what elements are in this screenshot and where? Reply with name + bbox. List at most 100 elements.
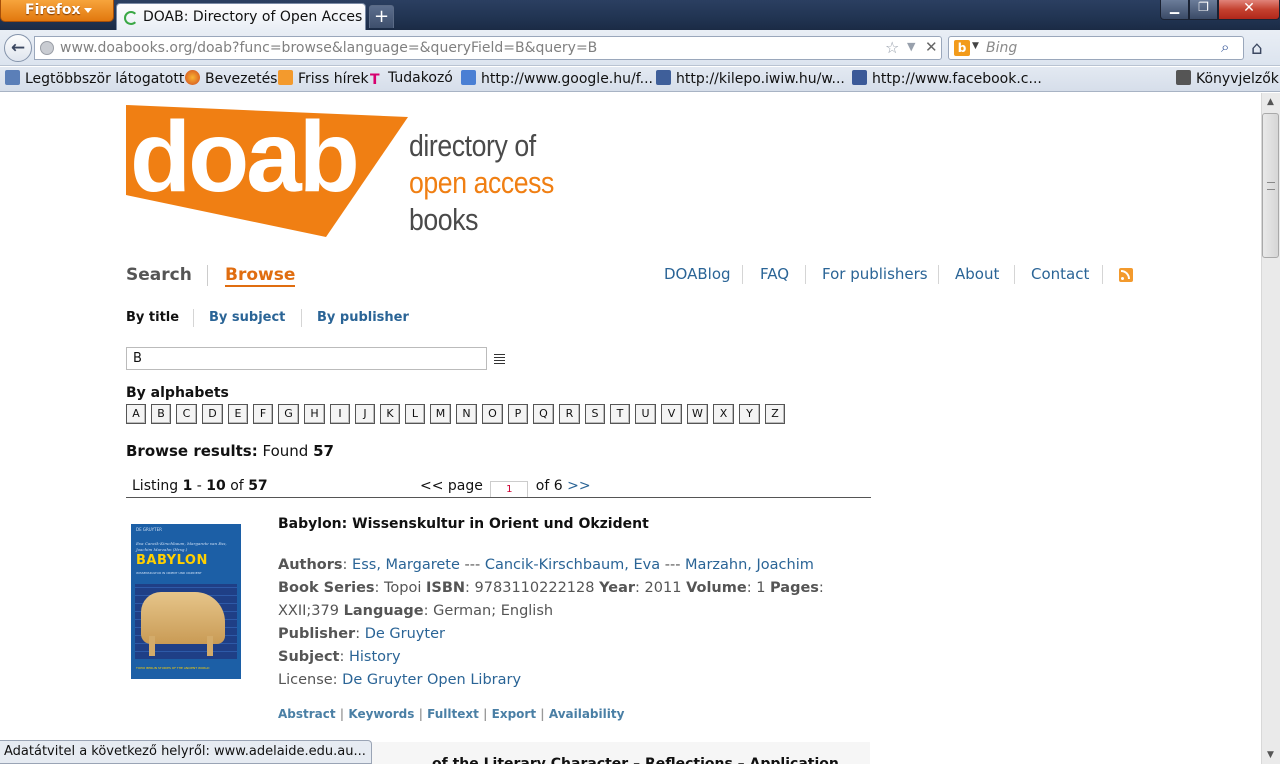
home-icon[interactable]: ⌂: [1251, 38, 1262, 59]
browse-query-input[interactable]: B: [126, 347, 487, 370]
bookmark-bevezetes[interactable]: Bevezetés: [185, 70, 277, 87]
browser-tab[interactable]: DOAB: Directory of Open Acces...: [116, 3, 366, 30]
maximize-button[interactable]: ❐: [1189, 0, 1218, 20]
letter-h-button[interactable]: H: [304, 404, 325, 424]
bookmark-iwiw[interactable]: http://kilepo.iwiw.hu/w...: [656, 70, 845, 87]
author-link[interactable]: Ess, Margarete: [352, 557, 460, 573]
letter-r-button[interactable]: R: [559, 404, 580, 424]
tab-by-publisher[interactable]: By publisher: [317, 310, 409, 325]
url-text[interactable]: www.doabooks.org/doab?func=browse&langua…: [60, 40, 597, 56]
scroll-up-arrow-icon[interactable]: ▲: [1261, 93, 1280, 111]
letter-s-button[interactable]: S: [585, 404, 605, 424]
search-engine-dropdown-icon[interactable]: ▼: [972, 41, 979, 51]
author-link[interactable]: Marzahn, Joachim: [685, 557, 814, 573]
history-dropdown-icon[interactable]: ▼: [907, 40, 915, 53]
letter-q-button[interactable]: Q: [533, 404, 554, 424]
letter-i-button[interactable]: I: [330, 404, 350, 424]
bookmark-facebook[interactable]: http://www.facebook.c...: [852, 70, 1042, 87]
search-placeholder: Bing: [986, 40, 1018, 56]
link-contact[interactable]: Contact: [1031, 265, 1089, 283]
bookmarks-menu[interactable]: Könyvjelzők: [1176, 70, 1279, 87]
letter-b-button[interactable]: B: [151, 404, 171, 424]
url-path: /doab?func=browse&language=&queryField=B…: [192, 40, 598, 56]
scroll-down-arrow-icon[interactable]: ▼: [1261, 746, 1280, 764]
fulltext-link[interactable]: Fulltext: [427, 707, 479, 721]
letter-m-button[interactable]: M: [430, 404, 451, 424]
publisher-link[interactable]: De Gruyter: [365, 626, 445, 642]
next-book-title[interactable]: of the Literary Character – Reflections …: [370, 742, 870, 764]
bookmark-most-visited[interactable]: Legtöbbször látogatott: [5, 70, 184, 87]
letter-y-button[interactable]: Y: [739, 404, 760, 424]
letter-c-button[interactable]: C: [176, 404, 197, 424]
letter-u-button[interactable]: U: [635, 404, 656, 424]
new-tab-button[interactable]: +: [369, 5, 394, 28]
rss-icon[interactable]: [1119, 268, 1133, 282]
letter-j-button[interactable]: J: [355, 404, 375, 424]
prev-page-link[interactable]: <<: [420, 478, 443, 494]
search-icon[interactable]: ⌕: [1221, 38, 1229, 56]
bookmark-label: Bevezetés: [205, 71, 278, 87]
tab-title: DOAB: Directory of Open Acces...: [143, 9, 363, 25]
export-link[interactable]: Export: [492, 707, 536, 721]
bookmark-label: http://www.facebook.c...: [872, 71, 1042, 87]
letter-z-button[interactable]: Z: [765, 404, 785, 424]
alphabet-buttons: ABCDEFGHIJKLMNOPQRSTUVWXYZ: [126, 404, 790, 424]
letter-x-button[interactable]: X: [713, 404, 734, 424]
listing-total: 57: [248, 478, 268, 494]
list-icon[interactable]: [494, 354, 505, 365]
availability-link[interactable]: Availability: [549, 707, 625, 721]
link-for-publishers[interactable]: For publishers: [822, 265, 928, 283]
doab-logo[interactable]: doab: [126, 99, 408, 239]
listing-range: Listing 1 - 10 of 57: [132, 478, 268, 494]
letter-l-button[interactable]: L: [405, 404, 425, 424]
back-button[interactable]: ←: [4, 34, 32, 62]
subject-link[interactable]: History: [349, 649, 401, 665]
keywords-link[interactable]: Keywords: [348, 707, 414, 721]
firefox-menu-button[interactable]: Firefox: [0, 0, 114, 22]
tab-by-title[interactable]: By title: [126, 310, 179, 325]
bookmark-google[interactable]: http://www.google.hu/f...: [461, 70, 653, 87]
chevron-down-icon: [84, 8, 92, 13]
letter-v-button[interactable]: V: [661, 404, 682, 424]
minimize-button[interactable]: ▁: [1160, 0, 1189, 20]
nav-browse[interactable]: Browse: [225, 265, 296, 287]
link-faq[interactable]: FAQ: [760, 265, 789, 283]
letter-f-button[interactable]: F: [253, 404, 273, 424]
bing-icon[interactable]: b: [954, 40, 970, 56]
year-value: 2011: [644, 580, 682, 596]
scrollbar-thumb[interactable]: [1262, 113, 1279, 258]
address-bar[interactable]: www.doabooks.org/doab?func=browse&langua…: [34, 36, 942, 60]
letter-e-button[interactable]: E: [228, 404, 248, 424]
abstract-link[interactable]: Abstract: [278, 707, 336, 721]
tab-by-subject[interactable]: By subject: [209, 310, 285, 325]
letter-t-button[interactable]: T: [610, 404, 630, 424]
letter-n-button[interactable]: N: [456, 404, 477, 424]
close-window-button[interactable]: ✕: [1218, 0, 1280, 20]
letter-p-button[interactable]: P: [508, 404, 528, 424]
page-number-input[interactable]: 1: [490, 481, 529, 498]
letter-o-button[interactable]: O: [482, 404, 503, 424]
bookmark-friss-hirek[interactable]: Friss hírek: [278, 70, 369, 87]
volume-label: Volume: [686, 580, 747, 596]
letter-g-button[interactable]: G: [278, 404, 299, 424]
letter-d-button[interactable]: D: [202, 404, 223, 424]
letter-w-button[interactable]: W: [687, 404, 708, 424]
bookmarks-star-icon: [1176, 70, 1191, 85]
next-page-link[interactable]: >>: [567, 478, 590, 494]
rss-dot: [1121, 277, 1124, 280]
book-title[interactable]: Babylon: Wissenskultur in Orient und Okz…: [278, 516, 649, 532]
search-bar[interactable]: b ▼ Bing ⌕: [948, 36, 1244, 60]
bookmark-star-icon[interactable]: ☆: [885, 38, 899, 57]
nav-search[interactable]: Search: [126, 265, 192, 285]
license-link[interactable]: De Gruyter Open Library: [342, 672, 521, 688]
letter-a-button[interactable]: A: [126, 404, 146, 424]
cover-series: TOPOI BERLIN STUDIES OF THE ANCIENT WORL…: [136, 666, 210, 670]
book-cover[interactable]: DE GRUYTER Eva Cancik-Kirschbaum, Margar…: [131, 524, 241, 679]
letter-k-button[interactable]: K: [380, 404, 400, 424]
link-about[interactable]: About: [955, 265, 999, 283]
stop-icon[interactable]: ✕: [925, 38, 938, 56]
listing-dash: -: [196, 478, 202, 494]
author-link[interactable]: Cancik-Kirschbaum, Eva: [485, 557, 660, 573]
bookmark-tudakozo[interactable]: T Tudakozó: [370, 70, 453, 88]
link-doablog[interactable]: DOABlog: [664, 265, 731, 283]
